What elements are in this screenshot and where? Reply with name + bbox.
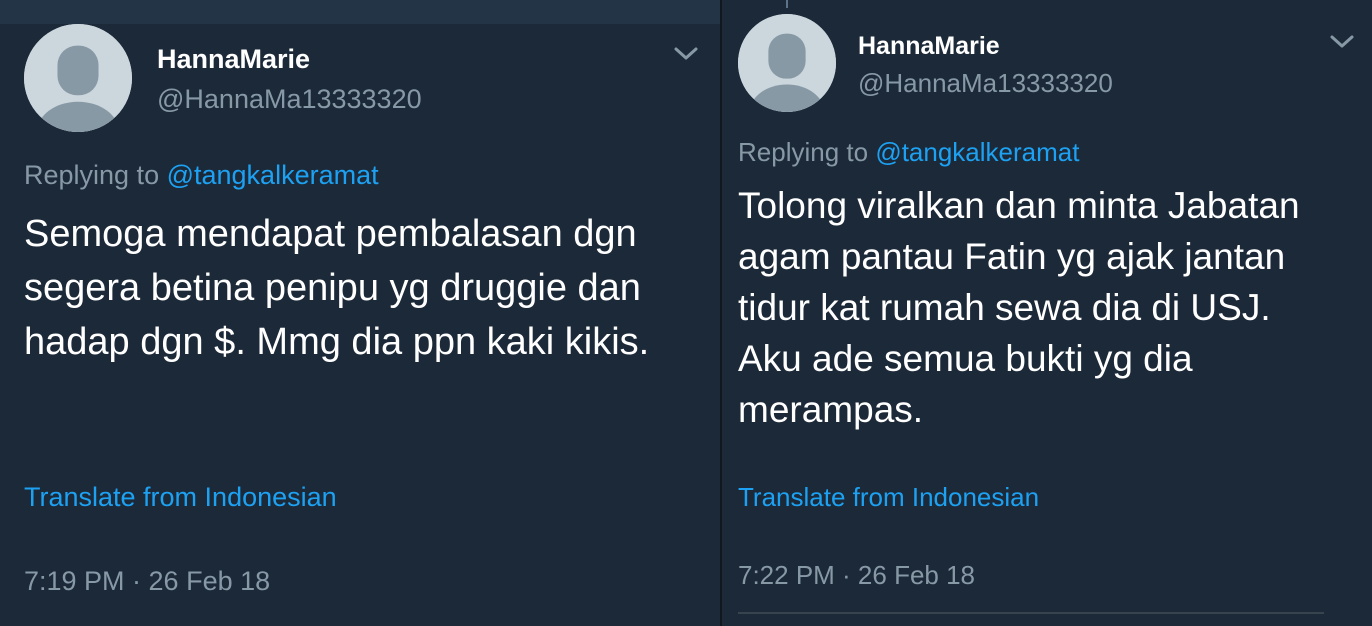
- display-name[interactable]: HannaMarie: [157, 44, 310, 75]
- tweet-card-left: HannaMarie @HannaMa13333320 Replying to …: [0, 0, 720, 626]
- bottom-divider: [738, 612, 1324, 614]
- avatar[interactable]: [24, 24, 132, 132]
- chevron-down-icon[interactable]: [1328, 32, 1356, 52]
- tweet-text: Tolong viralkan dan minta Jabatan agam p…: [738, 185, 1300, 430]
- top-bar: [0, 0, 720, 24]
- user-handle[interactable]: @HannaMa13333320: [157, 84, 422, 115]
- tweet-timestamp[interactable]: 7:19 PM · 26 Feb 18: [24, 566, 270, 597]
- replying-to-prefix: Replying to: [738, 137, 876, 167]
- tweet-timestamp[interactable]: 7:22 PM · 26 Feb 18: [738, 560, 975, 591]
- chevron-down-icon[interactable]: [672, 44, 700, 64]
- default-profile-icon: [24, 24, 132, 132]
- user-handle[interactable]: @HannaMa13333320: [858, 68, 1113, 99]
- reply-mention-link[interactable]: @tangkalkeramat: [875, 137, 1079, 167]
- translate-link[interactable]: Translate from Indonesian: [24, 482, 337, 513]
- avatar[interactable]: [738, 14, 836, 112]
- screenshot-stage: HannaMarie @HannaMa13333320 Replying to …: [0, 0, 1372, 626]
- tweet-text: Semoga mendapat pembalasan dgn segera be…: [24, 213, 650, 363]
- replying-to-line: Replying to @tangkalkeramat: [24, 160, 379, 191]
- replying-to-prefix: Replying to: [24, 160, 167, 190]
- tweet-card-right: HannaMarie @HannaMa13333320 Replying to …: [722, 0, 1372, 626]
- default-profile-icon: [738, 14, 836, 112]
- thread-connector-line: [786, 0, 788, 8]
- reply-mention-link[interactable]: @tangkalkeramat: [167, 160, 379, 190]
- display-name[interactable]: HannaMarie: [858, 32, 1000, 61]
- replying-to-line: Replying to @tangkalkeramat: [738, 137, 1079, 168]
- translate-link[interactable]: Translate from Indonesian: [738, 482, 1039, 513]
